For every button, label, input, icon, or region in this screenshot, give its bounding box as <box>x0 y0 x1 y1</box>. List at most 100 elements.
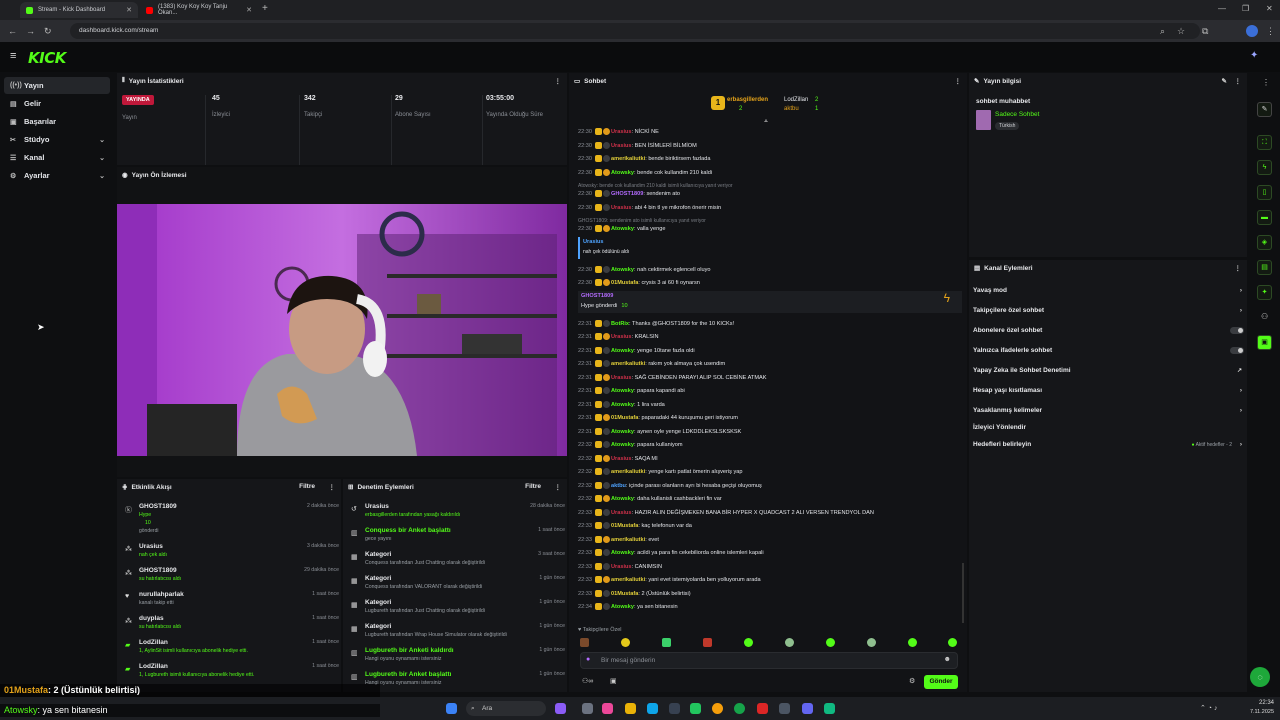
forward-icon[interactable]: → <box>26 24 35 38</box>
zoom-icon[interactable]: ⌕ <box>1160 24 1165 38</box>
rail-edit-button[interactable]: ✎ <box>1257 102 1272 117</box>
action-account-age[interactable]: Hesap yaşı kısıtlaması › <box>973 384 1248 398</box>
chat-username[interactable]: Urasius <box>611 143 632 149</box>
chat-settings-icon[interactable]: ⚙ <box>909 677 915 685</box>
chat-message[interactable]: 22:33 Atowsky: acildi ya para fin cekebil… <box>578 547 962 559</box>
sidebar-item-ayarlar[interactable]: ⚙ Ayarlar ⌄ <box>4 167 110 184</box>
edge-icon[interactable] <box>647 703 658 714</box>
toggle-switch[interactable] <box>1230 327 1244 334</box>
chat-message[interactable]: 22:31 Atowsky: aynen oyle yenge LDKDDLEKS… <box>578 426 962 438</box>
microphone-icon[interactable]: ● <box>586 656 590 663</box>
stream-video-preview[interactable] <box>117 204 567 456</box>
maximize-icon[interactable]: ❐ <box>1242 4 1249 13</box>
browser-tab-kick[interactable]: Stream - Kick Dashboard ✕ <box>20 2 138 18</box>
sidebar-item-kanal[interactable]: ☰ Kanal ⌄ <box>4 149 110 166</box>
chat-message[interactable]: 22:30 amerikaliutki: bende biriktirsem fa… <box>578 153 962 165</box>
store-icon[interactable] <box>669 703 680 714</box>
chat-username[interactable]: 01Mustafa <box>611 591 638 597</box>
chat-message[interactable]: 22:31 Atowsky: papara kapandi abi <box>578 385 962 397</box>
more-options-icon[interactable]: ⋮ <box>555 483 562 491</box>
rail-menu-icon[interactable]: ⋮ <box>1262 78 1270 87</box>
chat-message[interactable]: 22:31 Atowsky: 1 lira varda <box>578 399 962 411</box>
rail-broadcast-button[interactable]: ◈ <box>1257 235 1272 250</box>
chat-username[interactable]: Atowsky <box>611 226 634 232</box>
minimize-icon[interactable]: — <box>1218 4 1226 13</box>
rail-layout-button[interactable]: ⛶ <box>1257 135 1272 150</box>
profile-avatar[interactable] <box>1246 25 1258 37</box>
chat-tools-icon[interactable]: ⚇∞ <box>582 677 593 685</box>
close-icon[interactable]: ✕ <box>126 6 132 14</box>
new-tab-icon[interactable]: + <box>262 3 268 14</box>
action-subscribers-only[interactable]: Abonelere özel sohbet <box>973 324 1248 338</box>
close-icon[interactable]: ✕ <box>246 6 252 14</box>
chat-message[interactable]: 22:31 amerikaliutki: rakım yok almaya çok… <box>578 358 962 370</box>
chat-username[interactable]: Urasius <box>583 239 604 245</box>
chat-username[interactable]: amerikaliutki <box>611 469 645 475</box>
chat-users-icon[interactable]: ▣ <box>610 677 617 685</box>
chat-username[interactable]: Atowsky <box>611 550 634 556</box>
chat-message[interactable]: 22:33 amerikaliutki: yani evet istemiyola… <box>578 574 962 586</box>
copilot-icon[interactable] <box>555 703 566 714</box>
spotify-icon[interactable] <box>734 703 745 714</box>
chat-message[interactable]: 22:30 Atowsky: valla yenge <box>578 223 962 235</box>
pencil-icon[interactable]: ✎ <box>1222 77 1227 85</box>
chat-username[interactable]: Atowsky <box>611 604 634 610</box>
action-banned-words[interactable]: Yasaklanmış kelimeler › <box>973 404 1248 418</box>
chat-message[interactable]: 22:32 Atowsky: daha kullanisli cashbackle… <box>578 493 962 505</box>
action-goals[interactable]: Hedefleri belirleyin ● Aktif hedefler - … <box>973 438 1248 452</box>
chat-message[interactable]: 22:30 GHOST1809: sendenim ato <box>578 188 962 200</box>
browser-tab-youtube[interactable]: (1383) Koy Koy Koy Tanju Okan... ✕ <box>140 2 258 18</box>
chat-message[interactable]: 22:33 01Mustafa: kaç telefonun var da <box>578 520 962 532</box>
chat-username[interactable]: 01Mustafa <box>611 523 638 529</box>
chat-message[interactable]: 22:34 Atowsky: ya sen bitanesin <box>578 601 962 613</box>
chat-message[interactable]: 22:31 BotRix: Thanks @GHOST1809 for the 1… <box>578 318 962 330</box>
chat-username[interactable]: aktbu <box>611 483 626 489</box>
chat-hype-message[interactable]: GHOST1809 Hype gönderdi 10 ϟ <box>578 290 962 313</box>
filter-button[interactable]: Filtre <box>525 483 541 490</box>
chat-username[interactable]: BotRix <box>611 321 629 327</box>
filter-button[interactable]: Filtre <box>299 483 315 490</box>
chat-username[interactable]: GHOST1809 <box>581 293 613 299</box>
chat-message[interactable]: 22:30 Urasius: BEN İSİMLERİ BİLMİOM <box>578 140 962 152</box>
more-options-icon[interactable]: ⋮ <box>1235 77 1242 85</box>
action-ai-moderation[interactable]: Yapay Zeka ile Sohbet Denetimi ↗ <box>973 364 1248 378</box>
app-icon[interactable] <box>779 703 790 714</box>
chat-message[interactable]: 22:30 Atowsky: bende cok kullandim 210 ka… <box>578 167 962 179</box>
action-followers-only[interactable]: Takipçilere özel sohbet › <box>973 304 1248 318</box>
emote-icon[interactable] <box>785 638 794 647</box>
rail-chat-button[interactable]: ▬ <box>1257 210 1272 225</box>
chat-message[interactable]: 22:33 Urasius: HAZIR ALIN DEĞİŞMEKEN BANA… <box>578 507 962 519</box>
emote-icon[interactable] <box>621 638 630 647</box>
rail-active-button[interactable]: ▣ <box>1257 335 1272 350</box>
app-icon[interactable] <box>757 703 768 714</box>
chat-message[interactable]: 22:33 Urasius: CANIMSIN <box>578 561 962 573</box>
chat-username[interactable]: Atowsky <box>611 170 634 176</box>
chat-message[interactable]: 22:30 Urasius: NİCKİ NE <box>578 126 962 138</box>
chat-username[interactable]: Urasius <box>611 510 632 516</box>
chat-username[interactable]: Urasius <box>611 334 632 340</box>
reload-icon[interactable]: ↻ <box>44 24 52 38</box>
sidebar-item-studyo[interactable]: ✂ Stüdyo ⌄ <box>4 131 110 148</box>
emote-icon[interactable] <box>908 638 917 647</box>
taskbar-search[interactable]: ⌕ Ara <box>466 701 546 716</box>
chat-username[interactable]: Atowsky <box>611 429 634 435</box>
chat-message[interactable]: 22:32 Atowsky: papara kullaniyom <box>578 439 962 451</box>
rail-flash-button[interactable]: ϟ <box>1257 160 1272 175</box>
chat-message[interactable]: 22:32 amerikaliutki: yenge kartı patlat ö… <box>578 466 962 478</box>
emote-icon[interactable] <box>826 638 835 647</box>
chat-username[interactable]: Atowsky <box>611 442 634 448</box>
browser-menu-icon[interactable]: ⋮ <box>1266 24 1275 38</box>
chat-message[interactable]: 22:33 01Mustafa: 2 (Üstünlük belirtisi) <box>578 588 962 600</box>
bookmark-star-icon[interactable]: ☆ <box>1177 24 1185 38</box>
rail-users-icon[interactable]: ⚇ <box>1261 312 1268 321</box>
emote-icon[interactable] <box>580 638 589 647</box>
chat-username[interactable]: Urasius <box>611 129 632 135</box>
emoji-icon[interactable]: ☻ <box>944 656 951 663</box>
pinned-collapse-icon[interactable]: ⩡ <box>764 118 768 126</box>
chat-username[interactable]: Atowsky <box>611 496 634 502</box>
chat-message[interactable]: 22:30 Urasius: abi 4 bin tl ye mikrofon ö… <box>578 202 962 214</box>
more-options-icon[interactable]: ⋮ <box>1235 264 1242 272</box>
chat-reward-message[interactable]: Urasius nah çek ödülünü aldı <box>578 236 962 259</box>
chat-message[interactable]: 22:30 01Mustafa: crysis 3 ai 60 fi oynars… <box>578 277 962 289</box>
tray-icons[interactable]: ⌃ ◔ ♪ <box>1200 704 1217 712</box>
